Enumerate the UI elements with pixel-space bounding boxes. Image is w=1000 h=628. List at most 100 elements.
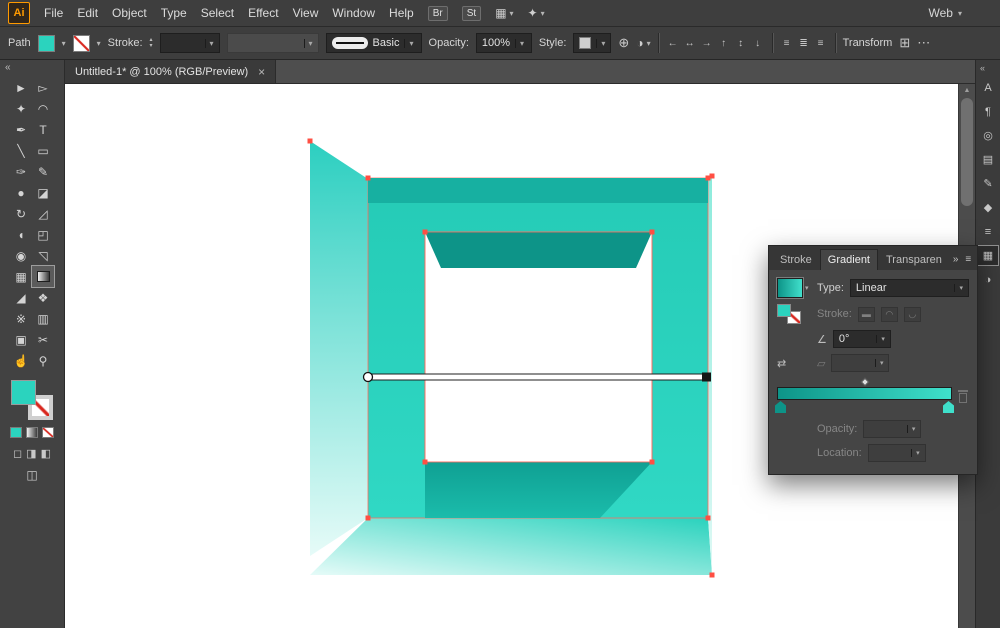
frame-left-face[interactable] xyxy=(310,141,368,556)
paint-none-button[interactable] xyxy=(42,427,54,438)
distribute-center-icon[interactable]: ≣ xyxy=(797,38,811,49)
mini-fill-stroke-indicator[interactable] xyxy=(777,304,801,324)
paint-gradient-button[interactable] xyxy=(26,427,38,438)
stroke-weight-select[interactable]: ▾ xyxy=(159,33,220,53)
align-bottom-icon[interactable]: ↓ xyxy=(751,38,765,49)
tool-line-segment[interactable]: ╲ xyxy=(10,140,32,161)
dock-expand-button[interactable]: « xyxy=(976,63,985,73)
tool-gradient[interactable] xyxy=(31,265,55,288)
frame-bottom-face[interactable] xyxy=(310,518,712,575)
tool-width[interactable]: ◖ xyxy=(10,224,32,245)
scrollbar-thumb[interactable] xyxy=(961,98,973,206)
workspace-switcher[interactable]: Web ▾ xyxy=(929,6,962,20)
tool-hand[interactable]: ☝ xyxy=(10,350,32,371)
paragraph-panel-icon[interactable]: ¶ xyxy=(978,102,998,121)
anchor-point[interactable] xyxy=(649,459,655,465)
mini-fill-swatch[interactable] xyxy=(777,304,791,317)
delete-stop-icon[interactable] xyxy=(957,390,969,403)
align-h-center-icon[interactable]: ↔ xyxy=(683,38,697,49)
tool-eraser[interactable]: ◪ xyxy=(32,182,54,203)
character-panel-icon[interactable]: A xyxy=(978,78,998,97)
tool-rectangle[interactable]: ▭ xyxy=(32,140,54,161)
stroke-weight-stepper[interactable]: ▴ ▾ xyxy=(150,37,153,49)
gradient-origin-handle[interactable] xyxy=(362,371,374,383)
screen-mode-button[interactable]: ◫ xyxy=(26,468,37,482)
stop-opacity-select[interactable]: ▾ xyxy=(863,420,922,438)
tool-lasso[interactable]: ◠ xyxy=(32,98,54,119)
gradient-type-select[interactable]: Linear ▾ xyxy=(849,279,969,297)
scroll-up-icon[interactable]: ▲ xyxy=(959,84,975,94)
gradient-ramp-bar[interactable] xyxy=(777,387,952,400)
anchor-point[interactable] xyxy=(709,173,715,179)
chevron-down-icon[interactable]: ▾ xyxy=(62,39,66,48)
align-top-icon[interactable]: ↑ xyxy=(717,38,731,49)
tool-shape-builder[interactable]: ◉ xyxy=(10,245,32,266)
align-v-center-icon[interactable]: ↕ xyxy=(734,38,748,49)
recolor-artwork-button[interactable]: ◑ ▾ xyxy=(636,36,650,50)
anchor-point[interactable] xyxy=(422,229,428,235)
style-select[interactable]: ▾ xyxy=(573,33,612,53)
reference-point-grid-icon[interactable]: ⊞ xyxy=(899,35,910,51)
gradient-slider[interactable] xyxy=(775,377,954,414)
menu-view[interactable]: View xyxy=(293,6,319,20)
panel-collapse-icon[interactable]: » xyxy=(950,254,962,270)
draw-inside-icon[interactable]: ◧ xyxy=(41,447,51,460)
tool-rotate[interactable]: ↻ xyxy=(10,203,32,224)
menu-file[interactable]: File xyxy=(44,6,63,20)
symbols-panel-icon[interactable]: ◆ xyxy=(978,198,998,217)
gradient-stop-right[interactable] xyxy=(943,401,954,413)
stroke-gradient-along-icon[interactable]: ◠ xyxy=(880,306,898,322)
close-icon[interactable]: × xyxy=(258,65,265,79)
tool-perspective-grid[interactable]: ◹ xyxy=(32,245,54,266)
tool-mesh[interactable]: ▦ xyxy=(10,266,32,287)
tab-stroke[interactable]: Stroke xyxy=(773,250,819,270)
stock-button[interactable]: St xyxy=(461,5,482,21)
anchor-point[interactable] xyxy=(422,459,428,465)
overflow-menu-icon[interactable]: ⋯ xyxy=(917,35,930,51)
tool-selection[interactable]: ► xyxy=(10,77,32,98)
chevron-down-icon[interactable]: ▾ xyxy=(97,39,101,48)
tool-free-transform[interactable]: ◰ xyxy=(32,224,54,245)
tool-scale[interactable]: ◿ xyxy=(32,203,54,224)
stroke-gradient-within-icon[interactable]: ▬ xyxy=(857,306,875,322)
angle-select[interactable]: 0° ▾ xyxy=(832,330,891,348)
aspect-ratio-select[interactable]: ▾ xyxy=(831,354,890,372)
tool-eyedropper[interactable]: ◢ xyxy=(10,287,32,308)
tab-gradient[interactable]: Gradient xyxy=(819,249,878,270)
brushes-panel-icon[interactable]: ✎ xyxy=(978,174,998,193)
anchor-point[interactable] xyxy=(365,175,371,181)
tool-zoom[interactable]: ⚲ xyxy=(32,350,54,371)
draw-behind-icon[interactable]: ◨ xyxy=(26,447,36,460)
tool-magic-wand[interactable]: ✦ xyxy=(10,98,32,119)
menu-edit[interactable]: Edit xyxy=(77,6,98,20)
tool-symbol-sprayer[interactable]: ※ xyxy=(10,308,32,329)
stop-location-select[interactable]: ▾ xyxy=(867,444,926,462)
distribute-top-icon[interactable]: ≡ xyxy=(780,38,794,49)
document-tab[interactable]: Untitled-1* @ 100% (RGB/Preview) × xyxy=(65,60,277,83)
anchor-point[interactable] xyxy=(705,515,711,521)
swatches-panel-icon[interactable]: ▤ xyxy=(978,150,998,169)
arrange-documents-button[interactable]: ▦ ▾ xyxy=(495,6,513,20)
tools-collapse-button[interactable]: « xyxy=(0,60,64,77)
brush-definition-select[interactable]: Basic ▾ xyxy=(325,33,422,53)
appearance-panel-icon[interactable]: ◎ xyxy=(978,126,998,145)
tool-direct-selection[interactable]: ▻ xyxy=(32,77,54,98)
opacity-select[interactable]: 100% ▾ xyxy=(475,33,532,53)
paint-color-button[interactable] xyxy=(10,427,22,438)
gradient-annotator-bar[interactable] xyxy=(367,373,707,381)
menu-select[interactable]: Select xyxy=(201,6,234,20)
bridge-button[interactable]: Br xyxy=(427,5,448,21)
frame-shape[interactable] xyxy=(310,141,712,575)
menu-type[interactable]: Type xyxy=(161,6,187,20)
stroke-panel-icon[interactable]: ≡ xyxy=(978,222,998,241)
chevron-down-icon[interactable]: ▾ xyxy=(805,284,809,292)
transparency-panel-icon[interactable]: ◑ xyxy=(978,270,998,289)
align-left-icon[interactable]: ← xyxy=(666,38,680,49)
menu-effect[interactable]: Effect xyxy=(248,6,278,20)
stepper-down-icon[interactable]: ▾ xyxy=(150,43,153,49)
cs-live-button[interactable]: ✦ ▾ xyxy=(528,6,545,20)
panel-menu-icon[interactable]: ≡ xyxy=(962,254,974,270)
tool-slice[interactable]: ✂ xyxy=(32,329,54,350)
variable-width-profile-select[interactable]: ▾ xyxy=(226,33,319,53)
tool-blend[interactable]: ❖ xyxy=(32,287,54,308)
